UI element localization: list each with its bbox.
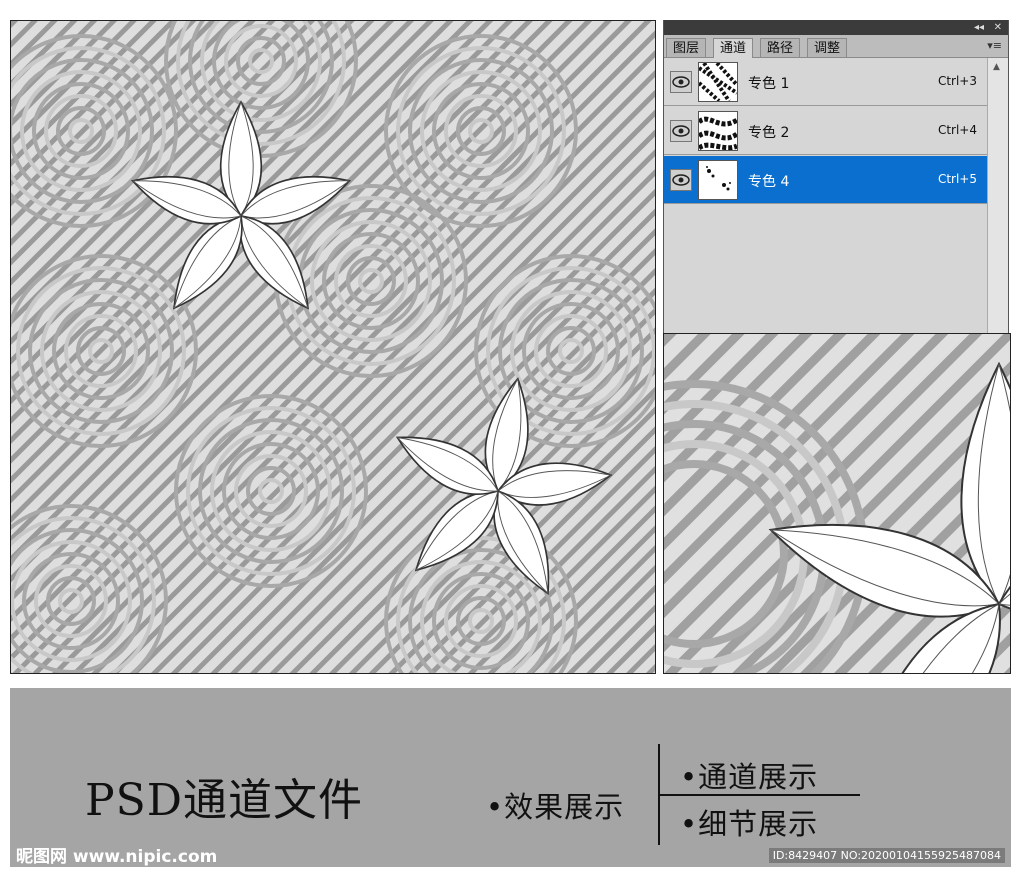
channel-shortcut: Ctrl+3: [937, 74, 977, 88]
channel-thumbnail: [698, 160, 738, 200]
channel-row-spot4[interactable]: 专色 4 Ctrl+5: [664, 156, 989, 204]
feature-effect: •效果展示: [486, 790, 625, 824]
visibility-toggle[interactable]: [670, 169, 692, 191]
eye-icon: [672, 76, 690, 88]
channel-thumbnail: [698, 111, 738, 151]
close-icon[interactable]: ✕: [994, 20, 1002, 35]
channel-row-spot2[interactable]: 专色 2 Ctrl+4: [664, 107, 989, 155]
eye-icon: [672, 174, 690, 186]
banner-title: PSD通道文件: [85, 775, 364, 826]
visibility-toggle[interactable]: [670, 71, 692, 93]
feature-detail: •细节展示: [680, 807, 819, 841]
tab-paths[interactable]: 路径: [760, 38, 801, 57]
channel-thumbnail: [698, 62, 738, 102]
info-banner: PSD通道文件 •效果展示 •通道展示 •细节展示 昵图网 www.nipic.…: [10, 688, 1011, 867]
effect-preview: [10, 20, 656, 674]
panel-titlebar: ◂◂ ✕: [664, 20, 1008, 35]
detail-preview: [663, 333, 1011, 674]
visibility-toggle[interactable]: [670, 120, 692, 142]
eye-icon: [672, 125, 690, 137]
feature-channels: •通道展示: [680, 760, 819, 794]
detail-pattern-image: [664, 334, 1010, 673]
tab-channels[interactable]: 通道: [713, 38, 754, 58]
channel-shortcut: Ctrl+5: [937, 172, 977, 186]
collapse-icon[interactable]: ◂◂: [974, 20, 984, 35]
tab-adjustments[interactable]: 调整: [807, 38, 848, 57]
channels-panel: ◂◂ ✕ 图层 通道 路径 调整 ▾≡ 专色 1 Ctrl+3 专色 2 Ctr…: [663, 20, 1009, 333]
panel-scrollbar[interactable]: ▲: [987, 58, 1008, 333]
channel-shortcut: Ctrl+4: [937, 123, 977, 137]
watermark-id: ID:8429407 NO:20200104155925487084: [768, 848, 1005, 863]
channel-row-spot1[interactable]: 专色 1 Ctrl+3: [664, 58, 989, 106]
scroll-up-icon[interactable]: ▲: [993, 62, 1000, 72]
channel-name: 专色 4: [748, 174, 790, 190]
panel-menu-icon[interactable]: ▾≡: [987, 39, 1002, 52]
panel-tabs: 图层 通道 路径 调整 ▾≡: [664, 35, 1008, 58]
wave-pattern-image: [11, 21, 655, 673]
channel-name: 专色 2: [748, 125, 790, 141]
watermark-site: 昵图网 www.nipic.com: [16, 847, 218, 867]
channel-name: 专色 1: [748, 76, 790, 92]
tab-layers[interactable]: 图层: [666, 38, 707, 57]
